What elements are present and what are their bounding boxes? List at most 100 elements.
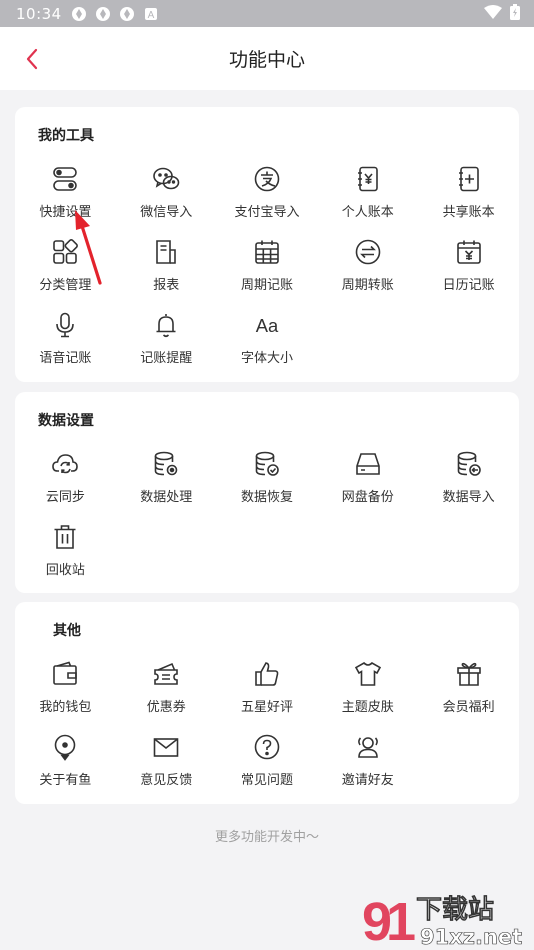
report-icon [152,238,180,266]
item-label: 数据恢复 [240,490,293,505]
tool-category-management[interactable]: 分类管理 [15,232,116,305]
other-five-star-rating[interactable]: 五星好评 [217,654,318,727]
microphone-icon [51,311,79,339]
cloud-sync-icon [51,450,79,478]
header: 功能中心 [0,27,534,90]
tool-quick-settings[interactable]: 快捷设置 [15,159,116,232]
item-label: 微信导入 [140,205,193,220]
item-label: 数据导入 [442,490,495,505]
data-cloud-drive-backup[interactable]: 网盘备份 [317,444,418,517]
tool-voice-bookkeeping[interactable]: 语音记账 [15,305,116,378]
item-label: 五星好评 [240,700,293,715]
app-notification-icon [94,5,112,23]
yen-book-icon [354,165,382,193]
alipay-icon [253,165,281,193]
other-my-wallet[interactable]: 我的钱包 [15,654,116,727]
item-label: 周期转账 [341,278,394,293]
svg-text:A: A [147,10,154,21]
page-title: 功能中心 [228,49,305,71]
tool-periodic-transfer[interactable]: 周期转账 [317,232,418,305]
back-button[interactable] [18,45,46,73]
a-icon: A [142,5,160,23]
item-label: 意见反馈 [140,773,193,788]
battery-icon [510,3,520,24]
tshirt-icon [354,660,382,688]
section-title: 我的工具 [38,128,94,144]
question-icon [253,733,281,761]
tools-section: 我的工具 快捷设置 微信导入 支付宝导入 个人账本 共享账本 分类管理 报表 周… [15,107,519,382]
item-label: 数据处理 [140,490,193,505]
data-cloud-sync[interactable]: 云同步 [15,444,116,517]
svg-text:Aa: Aa [256,315,279,336]
tool-font-size[interactable]: Aa 字体大小 [217,305,318,378]
item-label: 个人账本 [341,205,394,220]
data-grid: 云同步 数据处理 数据恢复 网盘备份 数据导入 回收站 [15,444,519,590]
tool-calendar-bookkeeping[interactable]: 日历记账 [418,232,519,305]
calendar-yen-icon [455,238,483,266]
tool-bookkeeping-reminder[interactable]: 记账提醒 [116,305,217,378]
watermark-logo: 9 1 下载站 91xz.net [362,892,523,950]
location-pin-icon [51,733,79,761]
other-coupons[interactable]: 优惠券 [116,654,217,727]
tool-periodic-bookkeeping[interactable]: 周期记账 [217,232,318,305]
trash-icon [51,523,79,551]
other-about[interactable]: 关于有鱼 [15,727,116,800]
status-bar: 10:34 A [0,0,534,27]
wallet-icon [51,660,79,688]
item-label: 邀请好友 [341,773,394,788]
database-gear-icon [152,450,180,478]
item-label: 常见问题 [240,773,293,788]
wifi-icon [484,4,502,23]
app-notification-icon [70,5,88,23]
item-label: 语音记账 [39,351,92,366]
item-label: 报表 [153,278,180,293]
mail-icon [152,733,180,761]
svg-text:1: 1 [386,892,416,950]
status-time: 10:34 [16,4,62,23]
item-label: 我的钱包 [39,700,92,715]
other-faq[interactable]: 常见问题 [217,727,318,800]
data-import[interactable]: 数据导入 [418,444,519,517]
tool-wechat-import[interactable]: 微信导入 [116,159,217,232]
tool-shared-ledger[interactable]: 共享账本 [418,159,519,232]
section-title: 数据设置 [38,413,94,429]
calendar-grid-icon [253,238,281,266]
item-label: 分类管理 [39,278,92,293]
other-feedback[interactable]: 意见反馈 [116,727,217,800]
data-restore[interactable]: 数据恢复 [217,444,318,517]
footer-note: 更多功能开发中～ [214,830,319,845]
tool-report[interactable]: 报表 [116,232,217,305]
section-title: 其他 [53,623,81,639]
database-check-icon [253,450,281,478]
transfer-icon [354,238,382,266]
other-section: 其他 我的钱包 优惠券 五星好评 主题皮肤 会员福利 关于有鱼 意见反馈 常见问… [15,602,519,804]
item-label: 共享账本 [442,205,495,220]
item-label: 记账提醒 [140,351,193,366]
other-invite-friends[interactable]: 邀请好友 [317,727,418,800]
gift-icon [455,660,483,688]
tools-grid: 快捷设置 微信导入 支付宝导入 个人账本 共享账本 分类管理 报表 周期记账 周… [15,159,519,378]
plus-book-icon [455,165,483,193]
wechat-icon [152,165,180,193]
item-label: 会员福利 [442,700,495,715]
item-label: 主题皮肤 [341,700,394,715]
other-member-benefits[interactable]: 会员福利 [418,654,519,727]
toggle-icon [51,165,79,193]
tool-alipay-import[interactable]: 支付宝导入 [217,159,318,232]
watermark-brand: 下载站 [416,895,494,925]
coupon-icon [152,660,180,688]
item-label: 优惠券 [146,700,186,715]
data-recycle-bin[interactable]: 回收站 [15,517,116,590]
chevron-left-icon [26,48,38,70]
watermark-domain: 91xz.net [420,925,522,949]
other-theme-skin[interactable]: 主题皮肤 [317,654,418,727]
item-label: 网盘备份 [341,490,394,505]
data-processing[interactable]: 数据处理 [116,444,217,517]
item-label: 云同步 [45,490,85,505]
thumbs-up-icon [253,660,281,688]
item-label: 日历记账 [442,278,495,293]
bell-icon [152,311,180,339]
database-import-icon [455,450,483,478]
font-size-icon: Aa [253,311,281,339]
tool-personal-ledger[interactable]: 个人账本 [317,159,418,232]
